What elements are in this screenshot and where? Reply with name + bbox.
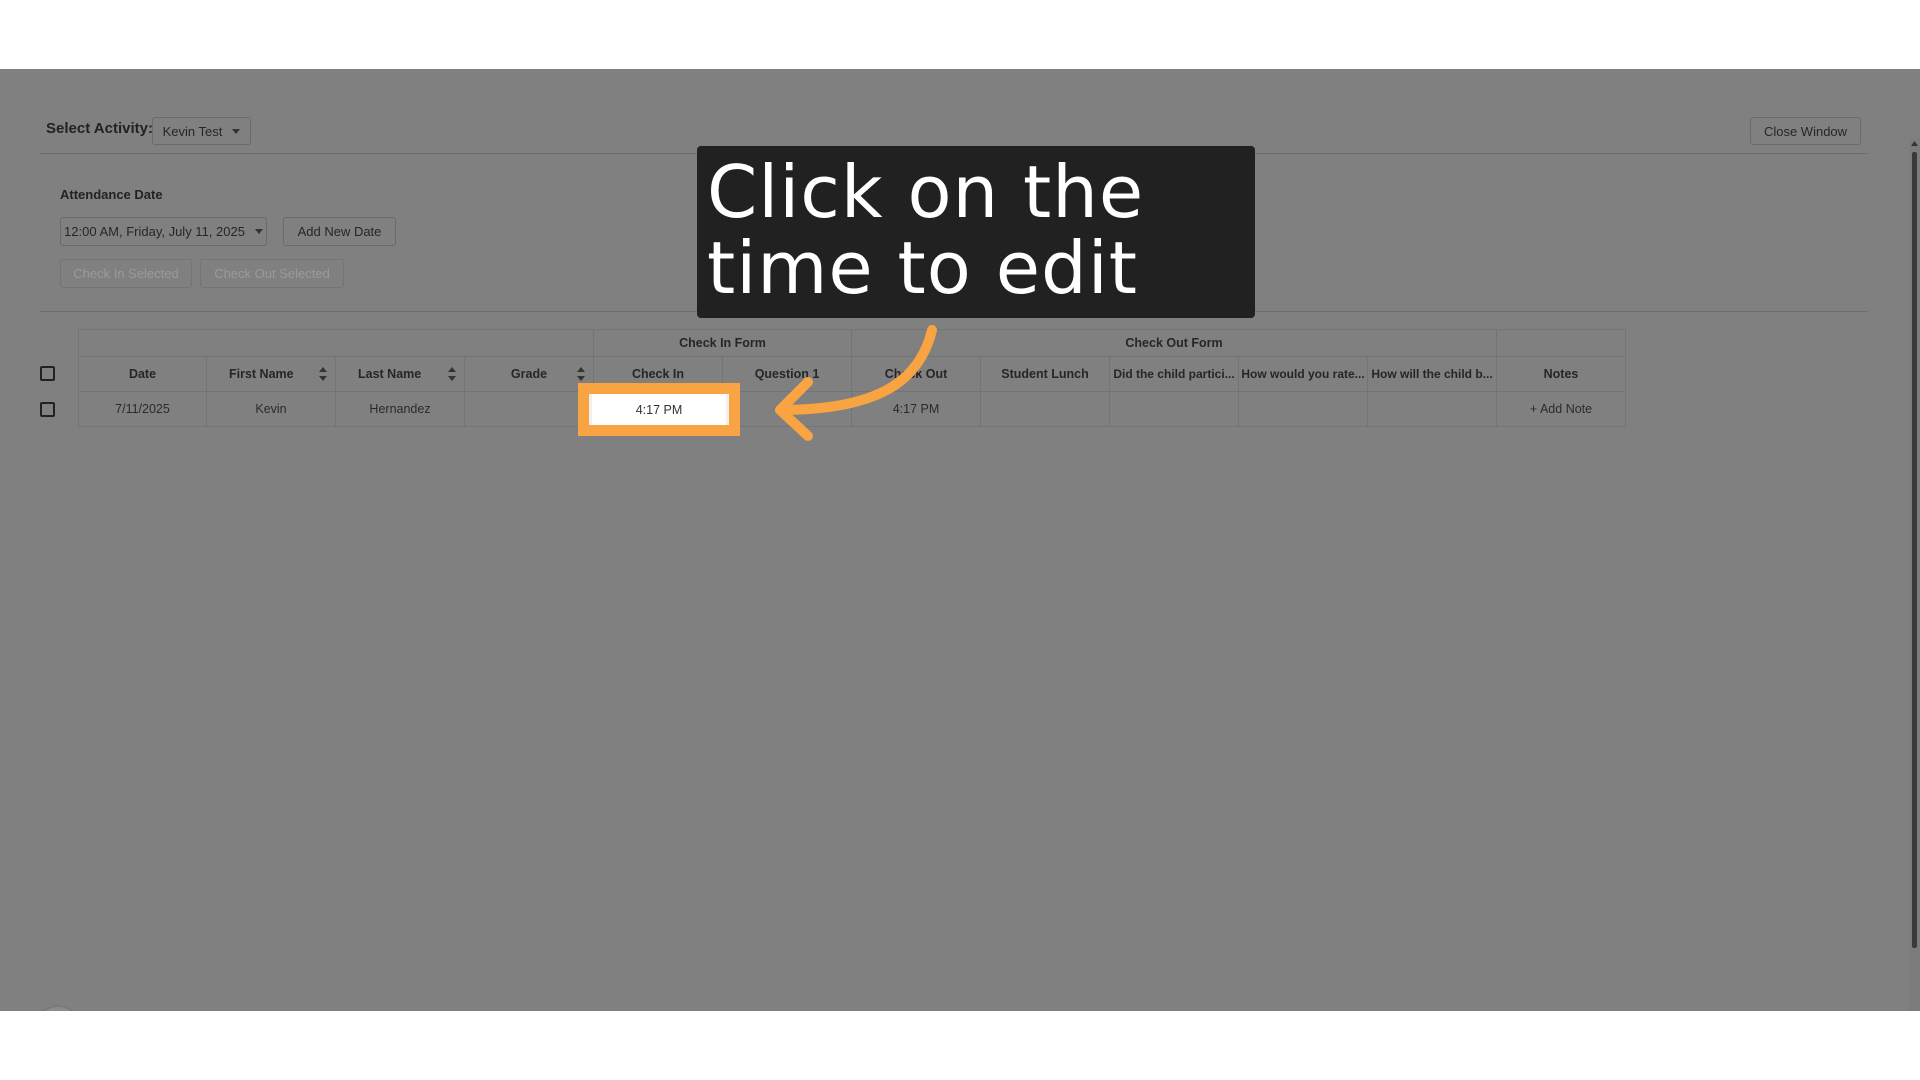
select-activity-label: Select Activity:	[46, 120, 153, 137]
cell-last-name: Hernandez	[336, 392, 465, 427]
vertical-scrollbar[interactable]	[1909, 138, 1920, 1011]
group-header-notes-empty	[1497, 329, 1626, 357]
cell-student-lunch	[981, 392, 1110, 427]
col-header-last-name[interactable]: Last Name	[336, 357, 465, 392]
row-checkbox[interactable]	[40, 402, 55, 417]
col-header-date[interactable]: Date	[78, 357, 207, 392]
check-in-selected-button[interactable]: Check In Selected	[60, 259, 192, 288]
tooltip-line-1: Click on the	[707, 150, 1145, 234]
check-out-selected-button[interactable]: Check Out Selected	[200, 259, 344, 288]
check-in-time-highlight[interactable]: 4:17 PM	[578, 383, 740, 436]
cell-grade	[465, 392, 594, 427]
cell-date: 7/11/2025	[78, 392, 207, 427]
cell-did-child-participate	[1110, 392, 1239, 427]
col-header-last-name-label: Last Name	[358, 367, 422, 381]
col-header-how-will: How will the child b...	[1368, 357, 1497, 392]
col-header-first-name-label: First Name	[229, 367, 294, 381]
close-window-button[interactable]: Close Window	[1750, 117, 1861, 145]
col-header-did-child-participate: Did the child partici...	[1110, 357, 1239, 392]
group-header-empty	[78, 329, 594, 357]
col-header-first-name[interactable]: First Name	[207, 357, 336, 392]
attendance-date-dropdown[interactable]: 12:00 AM, Friday, July 11, 2025	[60, 217, 267, 246]
chevron-down-icon	[254, 229, 263, 234]
col-header-how-rate: How would you rate...	[1239, 357, 1368, 392]
instruction-tooltip: Click on the time to edit	[697, 146, 1255, 318]
col-header-grade[interactable]: Grade	[465, 357, 594, 392]
sort-icon[interactable]	[577, 367, 585, 381]
scrollbar-thumb	[1912, 152, 1917, 948]
check-in-time-value[interactable]: 4:17 PM	[592, 394, 726, 425]
tooltip-line-2: time to edit	[707, 226, 1138, 310]
chevron-down-icon	[232, 128, 241, 134]
attendance-date-label: Attendance Date	[60, 187, 163, 202]
app-logo-badge[interactable]	[36, 1007, 80, 1011]
col-header-student-lunch: Student Lunch	[981, 357, 1110, 392]
col-header-notes: Notes	[1497, 357, 1626, 392]
add-new-date-button[interactable]: Add New Date	[283, 217, 396, 246]
sort-icon[interactable]	[448, 367, 456, 381]
app-logo-icon	[36, 1007, 80, 1011]
select-all-checkbox[interactable]	[40, 366, 55, 381]
col-header-grade-label: Grade	[510, 367, 548, 381]
cell-first-name: Kevin	[207, 392, 336, 427]
cell-how-will	[1368, 392, 1497, 427]
attendance-date-value: 12:00 AM, Friday, July 11, 2025	[64, 224, 245, 239]
curved-arrow-icon	[775, 325, 937, 441]
add-note-link[interactable]: + Add Note	[1497, 392, 1626, 427]
group-header-check-out-form: Check Out Form	[852, 329, 1497, 357]
activity-dropdown[interactable]: Kevin Test	[152, 117, 251, 145]
cell-how-rate	[1239, 392, 1368, 427]
sort-icon[interactable]	[319, 367, 327, 381]
activity-value: Kevin Test	[162, 123, 223, 139]
